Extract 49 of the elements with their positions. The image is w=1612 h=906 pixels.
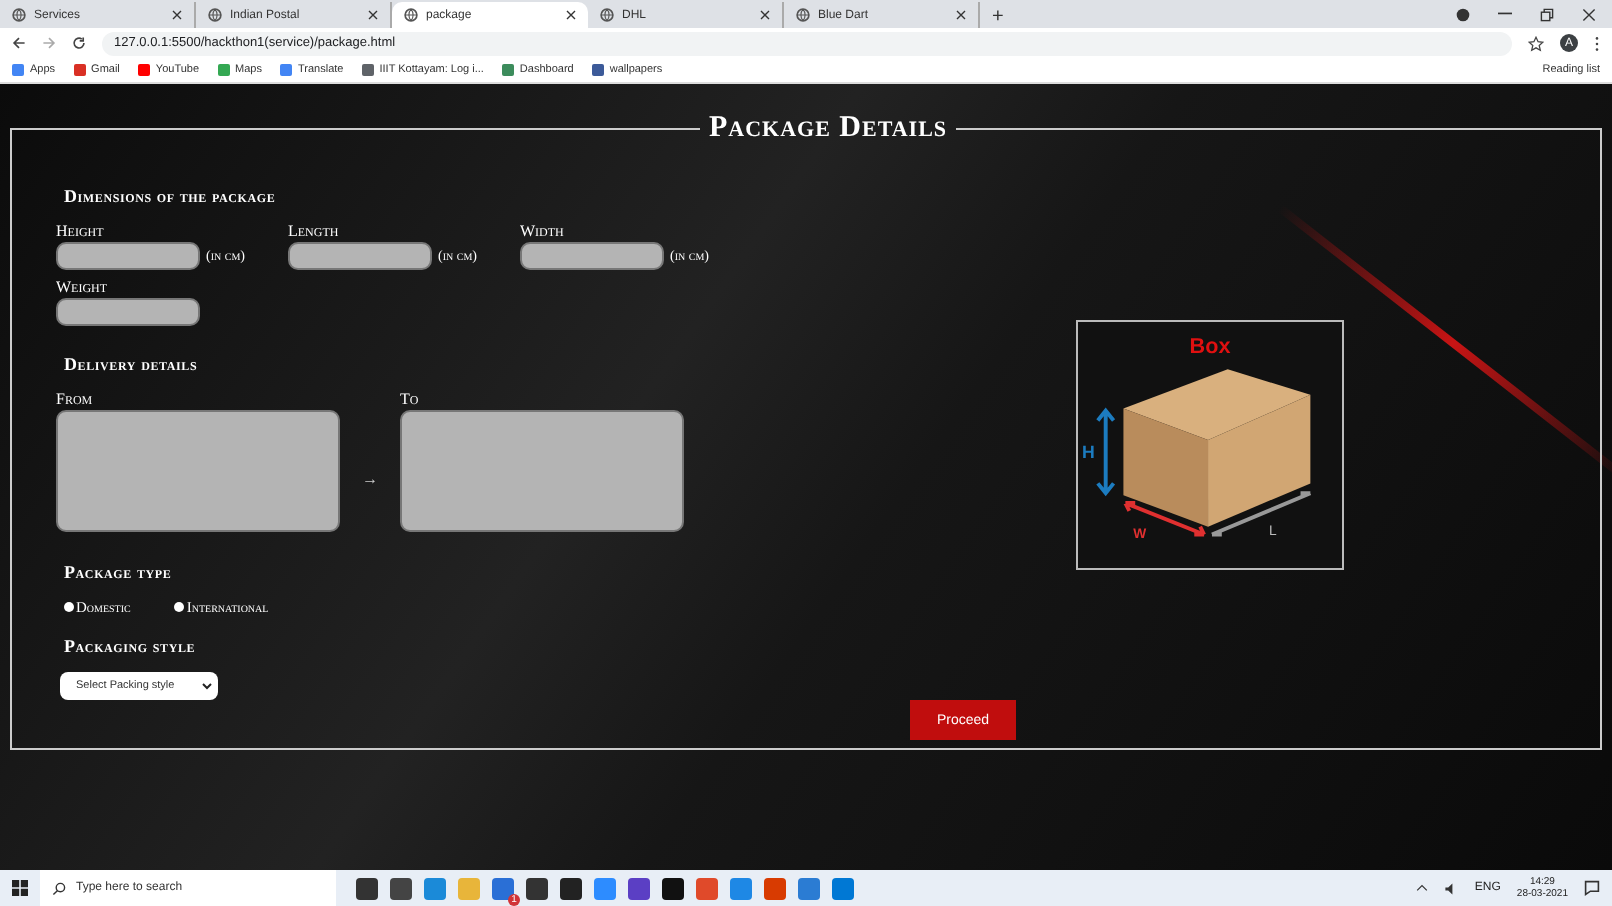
input-field[interactable] (56, 242, 200, 270)
field-label: Height (56, 222, 106, 240)
input-field[interactable] (520, 242, 664, 270)
page-title: Package Details (706, 112, 950, 146)
restore-icon[interactable] (1540, 7, 1554, 21)
input-field[interactable] (56, 298, 200, 326)
globe-icon (404, 8, 418, 22)
arrow-label: → (360, 469, 380, 487)
section-heading: Delivery details (64, 354, 200, 374)
globe-icon (12, 8, 26, 22)
from-address-field[interactable] (56, 410, 340, 532)
new-tab-button[interactable]: + (980, 6, 1016, 28)
radio-button[interactable] (64, 602, 74, 612)
globe-icon (208, 8, 222, 22)
field-label: Length (288, 222, 341, 240)
field-label: Width (520, 222, 566, 240)
globe-icon (600, 8, 614, 22)
chevron-down-icon (202, 682, 212, 690)
taskbar-app-icon[interactable] (628, 877, 650, 899)
taskbar-app-icon[interactable] (526, 877, 548, 899)
taskbar-app-icon[interactable] (560, 877, 582, 899)
menu-icon[interactable] (1594, 35, 1600, 51)
field-label: From (56, 390, 95, 408)
close-tab-icon[interactable] (956, 10, 966, 20)
chevron-up-icon[interactable] (1416, 884, 1429, 892)
close-tab-icon[interactable] (172, 10, 182, 20)
reload-icon[interactable] (72, 36, 86, 50)
minimize-icon[interactable] (1498, 12, 1512, 16)
windows-logo-icon[interactable] (12, 880, 28, 896)
back-icon[interactable] (12, 36, 26, 50)
close-tab-icon[interactable] (368, 10, 378, 20)
section-heading: Dimensions of the package (64, 186, 278, 206)
to-address-field[interactable] (400, 410, 684, 532)
search-icon (52, 881, 66, 895)
section-heading: Package type (64, 562, 174, 582)
close-icon[interactable] (1582, 7, 1596, 21)
radio-button[interactable] (174, 602, 185, 612)
taskbar-app-icon[interactable] (390, 877, 412, 899)
notification-icon[interactable] (1584, 880, 1600, 896)
close-tab-icon[interactable] (760, 10, 770, 20)
globe-icon (796, 8, 810, 22)
star-icon[interactable] (1528, 35, 1544, 51)
section-heading: Packaging style (64, 636, 198, 656)
input-field[interactable] (288, 242, 432, 270)
close-tab-icon[interactable] (566, 10, 576, 20)
taskbar-app-icon[interactable] (356, 877, 378, 899)
field-label: Weight (56, 278, 110, 296)
taskbar-app-icon[interactable] (662, 877, 684, 899)
field-label: To (400, 390, 421, 408)
